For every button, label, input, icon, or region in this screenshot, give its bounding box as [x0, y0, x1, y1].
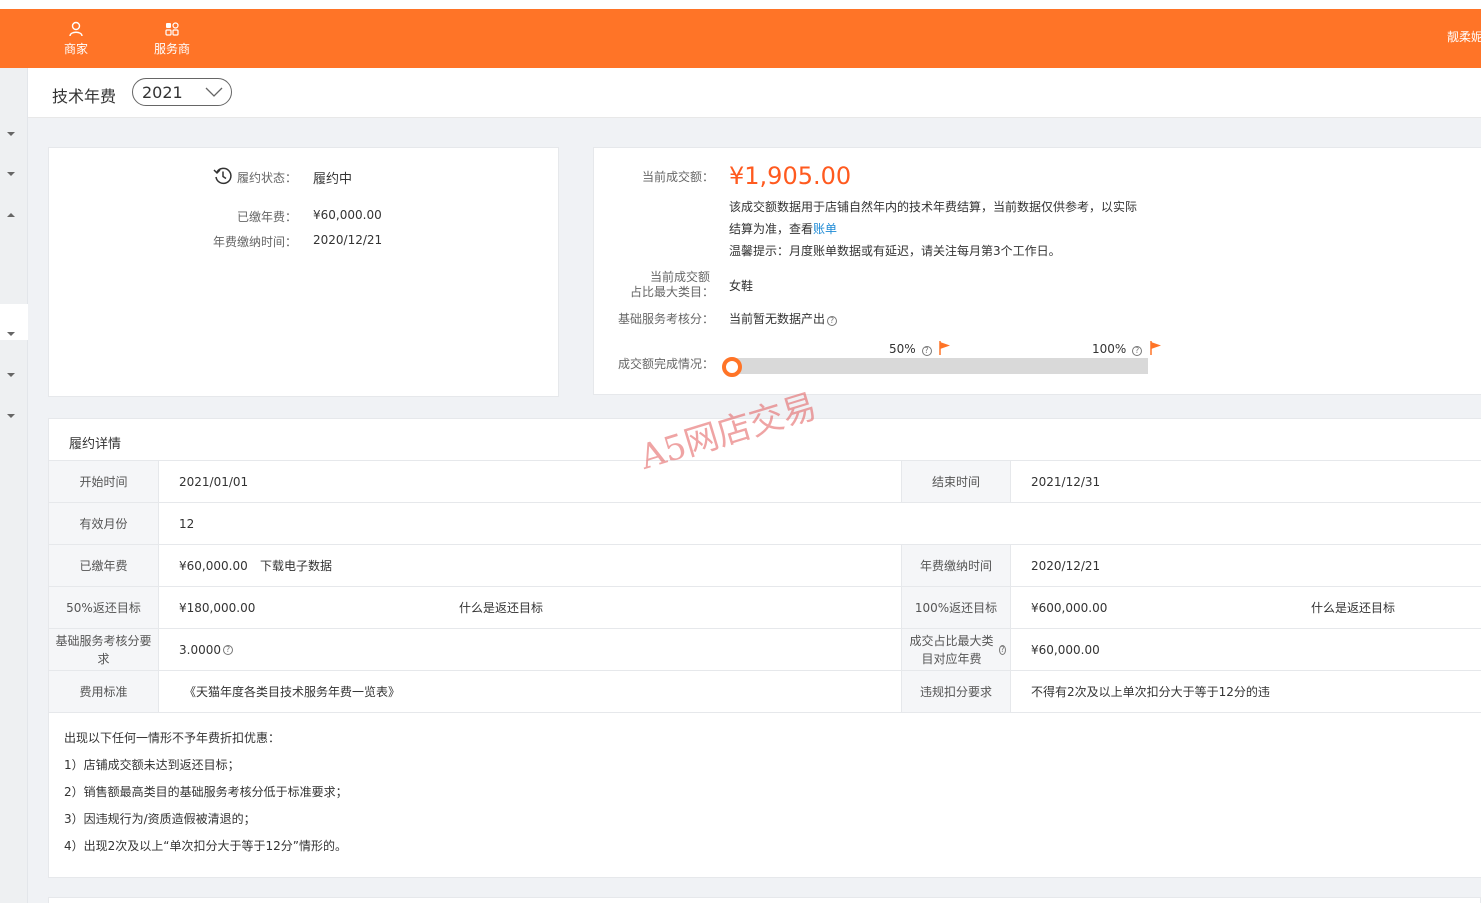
help-icon[interactable]: ?: [921, 346, 932, 356]
user-icon: [69, 21, 83, 37]
year-select[interactable]: 2021: [132, 78, 232, 106]
table-row: 费用标准 《天猫年度各类目技术服务年费一览表》 违规扣分要求 不得有2次及以上单…: [49, 670, 1481, 712]
sidebar-expand-icon[interactable]: [7, 414, 15, 418]
refund-target-100-label: 100%返还目标: [901, 587, 1011, 628]
nav-item-merchant-label: 商家: [63, 42, 88, 56]
fee-standard-link[interactable]: 《天猫年度各类目技术服务年费一览表》: [184, 671, 400, 712]
sales-card: 当前成交额： ¥1,905.00 该成交额数据用于店铺自然年内的技术年费结算，当…: [593, 147, 1481, 395]
basic-score-requirement-label: 基础服务考核分要求: [49, 629, 159, 670]
table-row: 50%返还目标 ¥180,000.00 什么是返还目标 100%返还目标 ¥60…: [49, 586, 1481, 628]
paid-time-value: 2020/12/21: [313, 233, 383, 247]
contract-detail-panel: 履约详情 开始时间 2021/01/01 结束时间 2021/12/31 有效月…: [48, 418, 1481, 878]
bill-link[interactable]: 账单: [813, 222, 837, 236]
status-label: 履约状态：: [236, 171, 297, 185]
table-row: 开始时间 2021/01/01 结束时间 2021/12/31: [49, 460, 1481, 502]
user-name[interactable]: 靓柔妮: [1447, 28, 1481, 45]
amount-description-line-1: 该成交额数据用于店铺自然年内的技术年费结算，当前数据仅供参考，以实际: [729, 200, 1138, 214]
chevron-down-icon: [205, 87, 223, 97]
table-row: 已缴年费 ¥60,000.00 下载电子数据 年费缴纳时间 2020/12/21: [49, 544, 1481, 586]
refund-target-50-value: ¥180,000.00: [179, 600, 256, 615]
basic-score-label: 基础服务考核分：: [617, 312, 714, 326]
paid-fee-row-label: 已缴年费: [49, 545, 159, 586]
rule-item: 4）出现2次及以上“单次扣分大于等于12分”情形的。: [64, 839, 347, 853]
basic-score-value: 当前暂无数据产出?: [729, 310, 838, 327]
sidebar-expand-icon[interactable]: [7, 132, 15, 136]
valid-months-value: 12: [179, 516, 195, 531]
sidebar-collapse-icon[interactable]: [7, 213, 15, 217]
help-icon[interactable]: ?: [223, 644, 233, 655]
table-row: 基础服务考核分要求 3.0000? 成交占比最大类目对应年费? ¥60,000.…: [49, 628, 1481, 670]
detail-title: 履约详情: [69, 437, 122, 452]
amount-description-line-2-text: 结算为准，查看: [729, 222, 814, 236]
sidebar-expand-icon[interactable]: [7, 332, 15, 336]
marker-50: 50% ?: [889, 341, 951, 356]
top-category-label-line-2: 占比最大类目：: [629, 285, 714, 299]
paid-fee-label: 已缴年费：: [236, 210, 297, 224]
download-e-data-link[interactable]: 下载电子数据: [260, 545, 332, 586]
basic-score-requirement-text: 3.0000: [179, 642, 221, 657]
basic-score-text: 当前暂无数据产出: [729, 312, 826, 326]
nav-item-service-provider-label: 服务商: [153, 42, 190, 56]
paid-time-row-value: 2020/12/21: [1031, 558, 1101, 573]
rule-item: 3）因违规行为/资质造假被清退的；: [64, 812, 256, 826]
table-row: 有效月份 12: [49, 502, 1481, 544]
top-strip: [0, 0, 1481, 9]
what-is-refund-target-link[interactable]: 什么是返还目标: [1311, 587, 1395, 628]
nav-item-merchant[interactable]: 商家: [46, 21, 106, 57]
progress-knob: [722, 357, 742, 377]
top-category-fee-label: 成交占比最大类目对应年费?: [901, 629, 1011, 670]
start-time-label: 开始时间: [49, 461, 159, 502]
top-category-fee-label-text: 成交占比最大类目对应年费: [909, 633, 994, 666]
marker-100-label: 100%: [1092, 342, 1127, 356]
flag-icon: [939, 341, 951, 355]
nav-item-service-provider[interactable]: 服务商: [142, 21, 202, 57]
sidebar: [0, 68, 28, 903]
rule-item: 2）销售额最高类目的基础服务考核分低于标准要求；: [64, 785, 348, 799]
help-icon[interactable]: ?: [998, 644, 1006, 655]
page-header: 技术年费 2021: [28, 68, 1481, 118]
progress-label: 成交额完成情况：: [617, 357, 714, 371]
top-category-value: 女鞋: [729, 279, 754, 293]
violation-requirement-label: 违规扣分要求: [901, 671, 1011, 712]
paid-time-row-label: 年费缴纳时间: [901, 545, 1011, 586]
page-title: 技术年费: [52, 87, 117, 106]
bottom-card: [48, 897, 1481, 903]
amount-description-line-2: 结算为准，查看账单: [729, 220, 837, 237]
marker-50-label: 50%: [889, 342, 916, 356]
what-is-refund-target-link[interactable]: 什么是返还目标: [459, 587, 543, 628]
progress-bar: [730, 358, 1148, 374]
status-card: 履约状态： 履约中 已缴年费： ¥60,000.00 年费缴纳时间： 2020/…: [48, 147, 559, 397]
marker-100: 100% ?: [1092, 341, 1162, 356]
year-select-value: 2021: [142, 83, 183, 102]
current-amount-value: ¥1,905.00: [729, 162, 852, 190]
paid-fee-value: ¥60,000.00: [313, 208, 382, 222]
help-icon[interactable]: ?: [1132, 346, 1143, 356]
paid-time-label: 年费缴纳时间：: [212, 235, 297, 249]
sidebar-expand-icon[interactable]: [7, 373, 15, 377]
current-amount-label: 当前成交额：: [641, 170, 714, 184]
status-value: 履约中: [313, 172, 353, 187]
basic-score-requirement-value: 3.0000?: [179, 629, 233, 670]
detail-table: 开始时间 2021/01/01 结束时间 2021/12/31 有效月份 12 …: [49, 460, 1481, 713]
fee-standard-label: 费用标准: [49, 671, 159, 712]
top-navbar: 商家 服务商 靓柔妮: [0, 9, 1481, 68]
violation-requirement-value: 不得有2次及以上单次扣分大于等于12分的违: [1031, 685, 1270, 699]
rule-heading: 出现以下任何一情形不予年费折扣优惠：: [64, 731, 281, 745]
discount-rules: 出现以下任何一情形不予年费折扣优惠： 1）店铺成交额未达到返还目标； 2）销售额…: [64, 729, 348, 864]
valid-months-label: 有效月份: [49, 503, 159, 544]
refund-target-50-label: 50%返还目标: [49, 587, 159, 628]
amount-description-line-3: 温馨提示：月度账单数据或有延迟，请关注每月第3个工作日。: [729, 244, 1061, 258]
help-icon[interactable]: ?: [827, 316, 838, 326]
flag-icon: [1150, 341, 1161, 355]
sidebar-expand-icon[interactable]: [7, 172, 15, 176]
top-category-fee-value: ¥60,000.00: [1031, 642, 1100, 657]
rule-item: 1）店铺成交额未达到返还目标；: [64, 758, 240, 772]
end-time-label: 结束时间: [901, 461, 1011, 502]
paid-fee-row-value: ¥60,000.00: [179, 558, 248, 573]
grid-icon: [165, 22, 179, 36]
end-time-value: 2021/12/31: [1031, 474, 1101, 489]
refund-target-100-value: ¥600,000.00: [1031, 600, 1108, 615]
table-bottom-border: [49, 712, 1481, 713]
start-time-value: 2021/01/01: [179, 474, 249, 489]
